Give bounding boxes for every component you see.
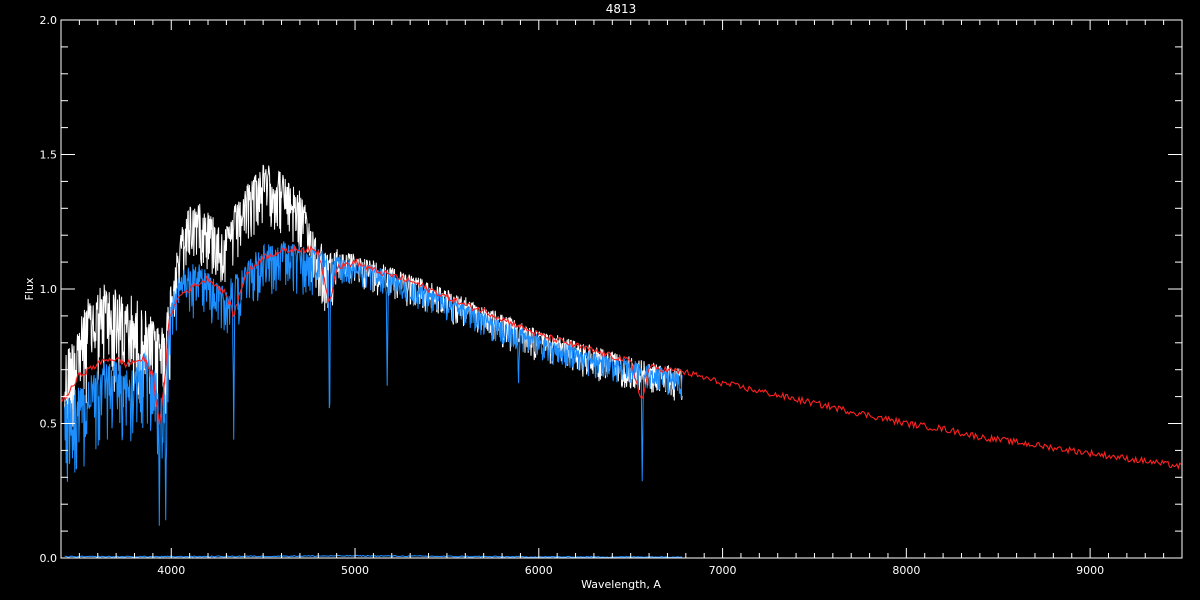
x-tick-label: 5000: [341, 564, 369, 577]
y-tick-label: 0.0: [40, 552, 58, 565]
x-tick-label: 7000: [709, 564, 737, 577]
spectrum-chart: 4000 5000 6000 7000 8000 90000.00.51.01.52.0 …: [0, 0, 1200, 600]
x-axis-label: Wavelength, A: [581, 578, 661, 591]
x-tick-label: 8000: [892, 564, 920, 577]
x-tick-label: 6000: [525, 564, 553, 577]
y-axis-label: Flux: [23, 277, 36, 300]
y-tick-label: 0.5: [40, 418, 58, 431]
chart-title: 4813: [606, 2, 637, 16]
x-tick-label: 9000: [1076, 564, 1104, 577]
y-tick-label: 1.0: [40, 283, 58, 296]
x-tick-label: 4000: [157, 564, 185, 577]
chart-background: [0, 0, 1200, 600]
y-tick-label: 2.0: [40, 14, 58, 27]
y-tick-label: 1.5: [40, 149, 58, 162]
